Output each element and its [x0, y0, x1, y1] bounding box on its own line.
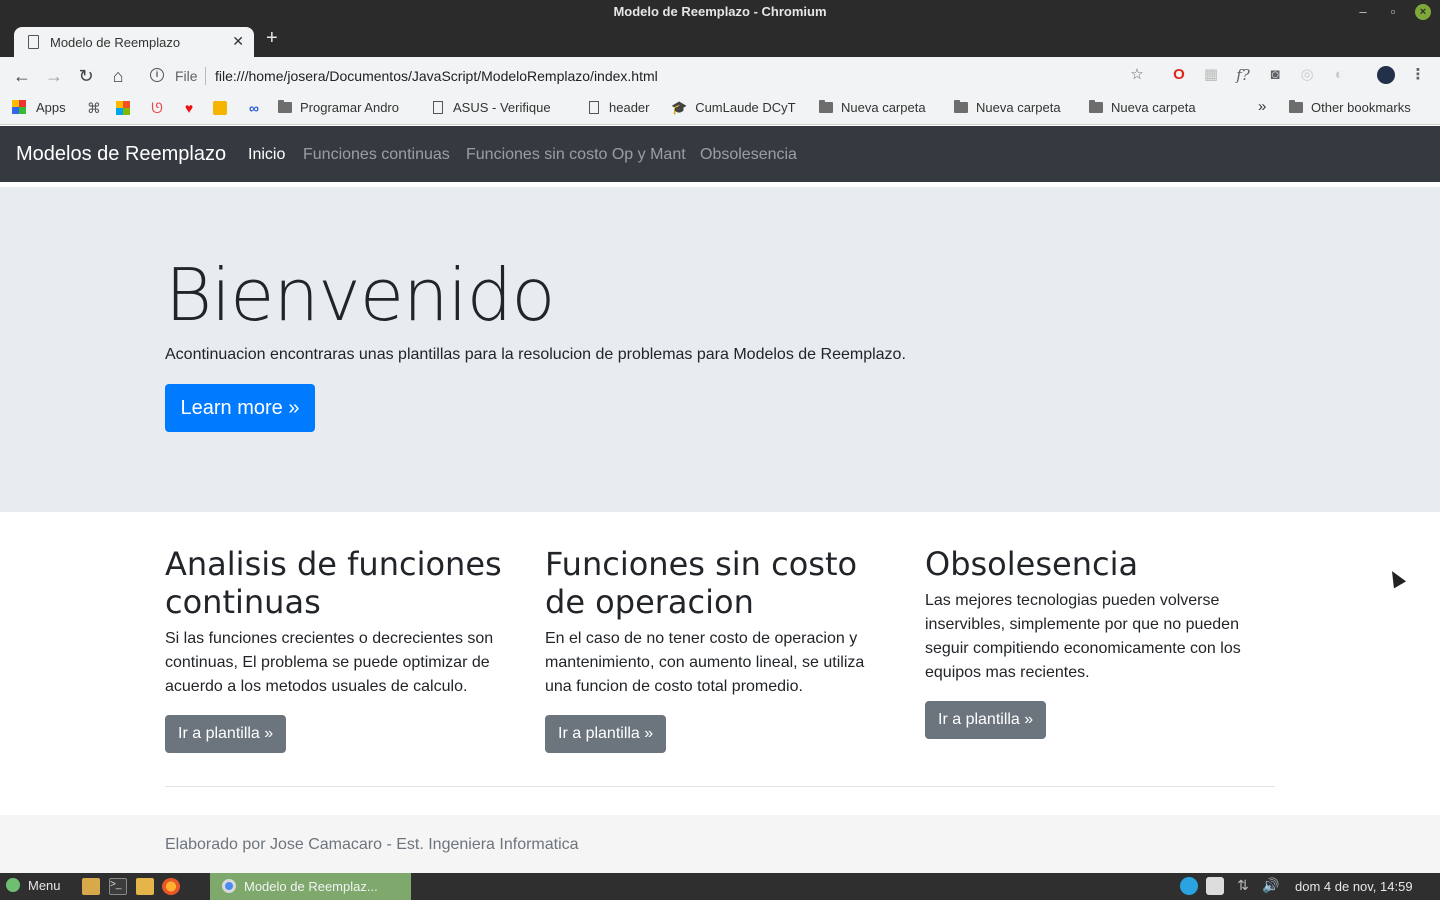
bookmark-item[interactable]: header: [589, 100, 649, 115]
window-title: Modelo de Reemplazo - Chromium: [613, 4, 827, 19]
bookmark-apps[interactable]: Apps: [12, 100, 66, 115]
firefox-launcher-icon[interactable]: [162, 878, 180, 895]
nav-link-obsolesencia[interactable]: Obsolesencia: [700, 146, 797, 164]
address-url[interactable]: file:///home/josera/Documentos/JavaScrip…: [215, 68, 658, 84]
bookmark-icon[interactable]: ᘎ: [148, 99, 166, 117]
bookmark-folder[interactable]: Nueva carpeta: [954, 100, 1061, 115]
folder-launcher-icon[interactable]: [136, 878, 154, 895]
address-scheme: File: [175, 68, 198, 84]
bookmark-icon[interactable]: [213, 101, 227, 115]
browser-tab[interactable]: Modelo de Reemplazo ✕: [14, 27, 254, 57]
bookmark-item[interactable]: ASUS - Verifique: [433, 100, 551, 115]
mouse-cursor-icon: [1385, 567, 1407, 589]
folder-icon: [278, 100, 292, 113]
bookmark-folder[interactable]: Nueva carpeta: [1089, 100, 1196, 115]
tab-strip: Modelo de Reemplazo ✕: [0, 24, 1440, 57]
footer-text: Elaborado por Jose Camacaro - Est. Ingen…: [165, 836, 579, 853]
nav-link-funciones-sin-costo[interactable]: Funciones sin costo Op y Mant: [466, 146, 686, 164]
hero-text: Acontinuacion encontraras unas plantilla…: [165, 346, 906, 363]
tab-title: Modelo de Reemplazo: [50, 35, 181, 50]
bookmark-folder[interactable]: Programar Andro: [278, 100, 399, 115]
os-taskbar: Menu >_ Modelo de Reemplaz... ⇅ 🔊 dom 4 …: [0, 873, 1440, 900]
address-bar[interactable]: i File file:///home/josera/Documentos/Ja…: [140, 61, 1156, 91]
home-icon[interactable]: ⌂: [107, 65, 129, 87]
page-icon: [28, 35, 39, 49]
bookmark-star-icon[interactable]: ☆: [1128, 66, 1146, 84]
column-title: Analisis de funciones continuas: [165, 545, 502, 621]
extension-icon[interactable]: ▦: [1202, 66, 1220, 84]
column-text: En el caso de no tener costo de operacio…: [545, 630, 865, 695]
hero-section: Bienvenido Acontinuacion encontraras una…: [0, 187, 1440, 512]
folder-icon: [1289, 100, 1303, 113]
pocket-icon[interactable]: ◙: [1266, 66, 1284, 84]
nav-link-funciones-continuas[interactable]: Funciones continuas: [303, 146, 450, 164]
telegram-tray-icon[interactable]: [1180, 877, 1198, 895]
bookmark-item[interactable]: 🎓 CumLaude DCyT: [671, 100, 796, 116]
site-footer: Elaborado por Jose Camacaro - Est. Ingen…: [0, 815, 1440, 873]
chromium-icon: [222, 879, 236, 893]
opera-extension-icon[interactable]: O: [1170, 66, 1188, 84]
column-text: Si las funciones crecientes o decrecient…: [165, 630, 494, 695]
learn-more-button[interactable]: Learn more »: [165, 384, 315, 432]
terminal-launcher-icon[interactable]: >_: [109, 878, 127, 895]
nav-link-inicio[interactable]: Inicio: [248, 146, 285, 164]
divider: [165, 786, 1275, 787]
hero-title: Bienvenido: [165, 253, 555, 337]
volume-tray-icon[interactable]: 🔊: [1262, 877, 1280, 895]
microsoft-icon[interactable]: [116, 101, 130, 115]
taskbar-window-chromium[interactable]: Modelo de Reemplaz...: [210, 873, 411, 900]
maximize-icon[interactable]: ▫: [1384, 3, 1402, 21]
column-title: Obsolesencia: [925, 545, 1139, 583]
new-tab-icon[interactable]: +: [266, 28, 278, 48]
mint-logo-icon: [6, 878, 20, 892]
ir-a-plantilla-button[interactable]: Ir a plantilla »: [165, 715, 287, 753]
tab-close-icon[interactable]: ✕: [232, 33, 244, 50]
ir-a-plantilla-button[interactable]: Ir a plantilla »: [925, 701, 1047, 739]
browser-toolbar: ← → ↻ ⌂ i File file:///home/josera/Docum…: [0, 57, 1440, 95]
site-navbar: Modelos de Reemplazo Inicio Funciones co…: [0, 126, 1440, 182]
bookmark-icon[interactable]: ⌘: [85, 99, 103, 117]
apps-grid-icon: [12, 100, 26, 114]
folder-icon: [819, 100, 833, 113]
extension-icon[interactable]: ◎: [1298, 66, 1316, 84]
graduation-cap-icon: 🎓: [671, 100, 688, 115]
page-icon: [589, 101, 599, 114]
heart-icon[interactable]: ♥: [180, 99, 198, 117]
bookmarks-overflow-icon[interactable]: »: [1258, 98, 1266, 115]
infinity-icon[interactable]: ∞: [245, 99, 263, 117]
reload-icon[interactable]: ↻: [75, 65, 97, 87]
files-launcher-icon[interactable]: [82, 878, 100, 895]
bookmark-folder[interactable]: Nueva carpeta: [819, 100, 926, 115]
other-bookmarks[interactable]: Other bookmarks: [1289, 100, 1411, 115]
extension-icon[interactable]: ◐: [1330, 66, 1348, 84]
profile-avatar[interactable]: [1377, 66, 1395, 84]
back-icon[interactable]: ←: [11, 65, 33, 87]
info-icon[interactable]: i: [150, 68, 164, 82]
page-icon: [433, 101, 443, 114]
forward-icon[interactable]: →: [43, 65, 65, 87]
column-title: Funciones sin costo de operacion: [545, 545, 858, 621]
minimize-icon[interactable]: –: [1354, 3, 1372, 21]
feature-column: Obsolesencia Las mejores tecnologias pue…: [925, 545, 1260, 739]
site-brand[interactable]: Modelos de Reemplazo: [16, 143, 226, 166]
menu-kebab-icon[interactable]: ⋮: [1409, 66, 1427, 84]
feature-column: Funciones sin costo de operacion En el c…: [545, 545, 895, 753]
folder-icon: [954, 100, 968, 113]
ir-a-plantilla-button[interactable]: Ir a plantilla »: [545, 715, 667, 753]
window-titlebar: Modelo de Reemplazo - Chromium – ▫ ×: [0, 0, 1440, 24]
formula-extension-icon[interactable]: f?: [1234, 66, 1252, 84]
folder-icon: [1089, 100, 1103, 113]
feature-column: Analisis de funciones continuas Si las f…: [165, 545, 515, 753]
network-tray-icon[interactable]: ⇅: [1234, 877, 1252, 895]
column-text: Las mejores tecnologias pueden volverse …: [925, 592, 1241, 681]
close-window-icon[interactable]: ×: [1415, 4, 1431, 20]
start-menu-button[interactable]: Menu: [6, 878, 61, 893]
security-tray-icon[interactable]: [1206, 877, 1224, 895]
clock[interactable]: dom 4 de nov, 14:59: [1295, 879, 1413, 894]
